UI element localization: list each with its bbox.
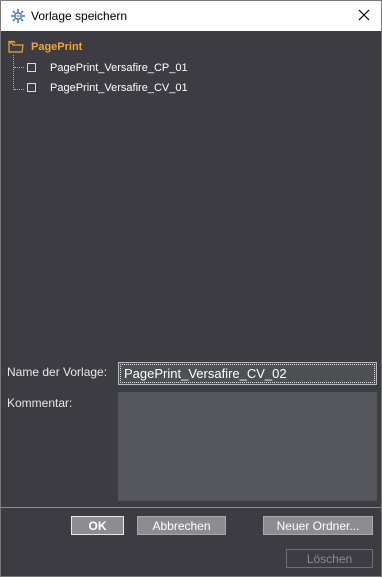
template-tree: PagePrint PagePrint_Versafire_CP_01 Page… (1, 31, 381, 356)
delete-button[interactable]: Löschen (286, 549, 373, 568)
template-name-input[interactable] (118, 362, 377, 385)
title-bar: Vorlage speichern (1, 1, 381, 31)
gear-document-icon (10, 8, 26, 24)
new-folder-button[interactable]: Neuer Ordner... (263, 516, 373, 535)
close-button[interactable] (351, 4, 377, 28)
tree-connector (13, 55, 14, 90)
tree-root-pageprint[interactable]: PagePrint (31, 41, 82, 53)
folder-icon (8, 40, 24, 53)
tree-item-versafire-cp-01[interactable]: PagePrint_Versafire_CP_01 (50, 62, 188, 74)
save-template-dialog: Vorlage speichern PagePrint PagePrint_Ve… (0, 0, 382, 577)
close-icon (358, 9, 370, 24)
tree-connector (14, 67, 24, 68)
ok-button[interactable]: OK (71, 516, 124, 535)
cancel-button[interactable]: Abbrechen (137, 516, 226, 535)
tree-item-versafire-cv-01[interactable]: PagePrint_Versafire_CV_01 (50, 82, 188, 94)
template-name-label: Name der Vorlage: (7, 365, 108, 379)
divider (1, 507, 381, 508)
comment-textarea[interactable] (118, 392, 377, 501)
document-icon (27, 83, 36, 92)
tree-connector (14, 89, 24, 90)
comment-label: Kommentar: (7, 396, 73, 410)
document-icon (27, 63, 36, 72)
window-title: Vorlage speichern (31, 9, 128, 23)
